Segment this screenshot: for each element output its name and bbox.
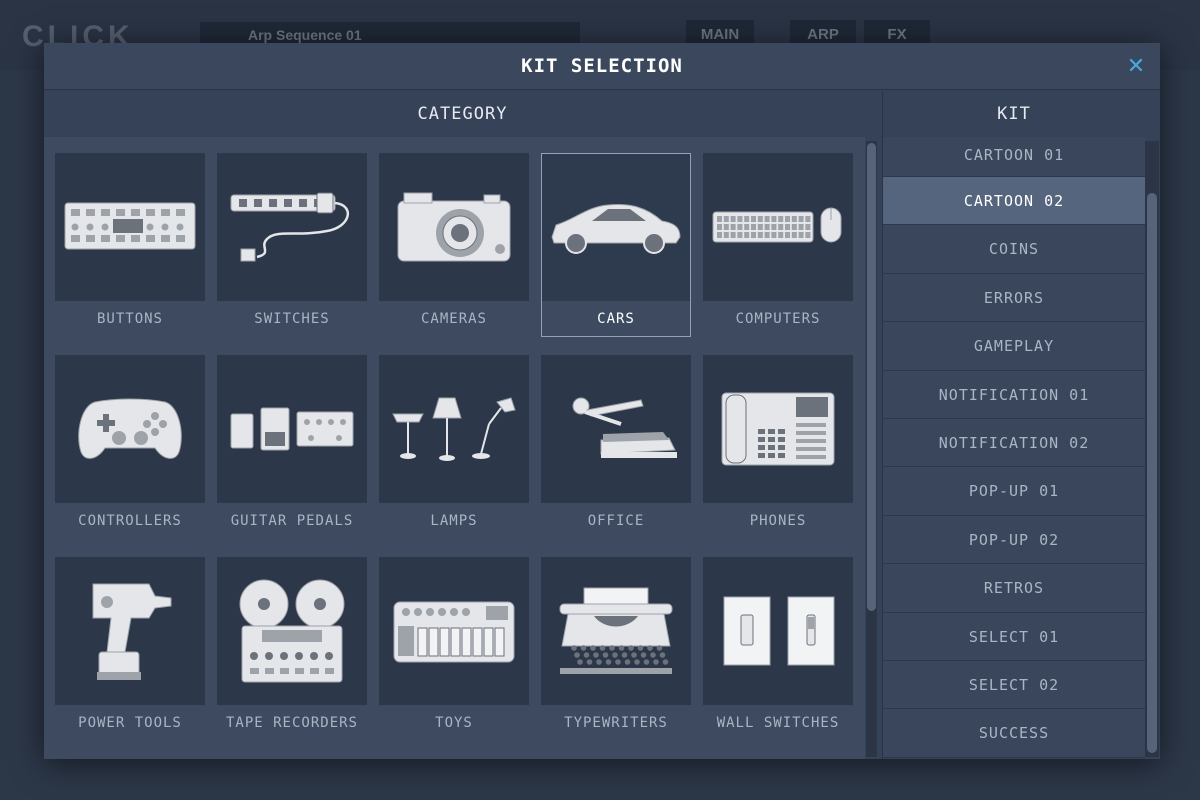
tile-frame <box>541 355 691 539</box>
tile-frame <box>55 153 205 337</box>
category-tile-cars[interactable]: CARS <box>541 153 691 337</box>
kit-list: CARTOON 01 CARTOON 02 COINS ERRORS GAMEPLAY N… <box>883 137 1145 759</box>
category-tile-wall-switches[interactable]: WALL SWITCHES <box>703 557 853 741</box>
kit-item-retros[interactable]: RETROS <box>883 564 1145 613</box>
category-scrollbar-thumb[interactable] <box>867 143 876 611</box>
kit-panel: KIT CARTOON 01 CARTOON 02 COINS ERRORS GAMEP… <box>882 91 1160 759</box>
tile-frame <box>379 153 529 337</box>
close-icon: ✕ <box>1126 53 1146 78</box>
tile-frame <box>55 355 205 539</box>
tile-frame <box>217 355 367 539</box>
kit-item-gameplay[interactable]: GAMEPLAY <box>883 322 1145 371</box>
kit-item-success[interactable]: SUCCESS <box>883 709 1145 758</box>
kit-header: KIT <box>997 104 1031 124</box>
category-grid: BUTTONS SWITCHES CAMERAS CARS COMPUTERS CONTR… <box>55 153 853 741</box>
tile-frame <box>217 153 367 337</box>
category-tile-office[interactable]: OFFICE <box>541 355 691 539</box>
tile-frame <box>703 355 853 539</box>
tile-frame <box>379 557 529 741</box>
tile-frame <box>703 153 853 337</box>
category-tile-phones[interactable]: PHONES <box>703 355 853 539</box>
category-tile-cameras[interactable]: CAMERAS <box>379 153 529 337</box>
dialog-title: KIT SELECTION <box>521 55 683 77</box>
category-tile-toys[interactable]: TOYS <box>379 557 529 741</box>
tile-frame <box>217 557 367 741</box>
tile-frame <box>541 153 691 337</box>
category-tile-controllers[interactable]: CONTROLLERS <box>55 355 205 539</box>
dialog-header: KIT SELECTION ✕ <box>44 43 1160 90</box>
tile-frame <box>379 355 529 539</box>
category-tile-computers[interactable]: COMPUTERS <box>703 153 853 337</box>
kit-item-cartoon-01[interactable]: CARTOON 01 <box>883 137 1145 177</box>
category-tile-tape-recorders[interactable]: TAPE RECORDERS <box>217 557 367 741</box>
tile-frame <box>55 557 205 741</box>
kit-item-pop-up-02[interactable]: POP-UP 02 <box>883 515 1145 565</box>
category-tile-typewriters[interactable]: TYPEWRITERS <box>541 557 691 741</box>
category-tile-lamps[interactable]: LAMPS <box>379 355 529 539</box>
kit-item-pop-up-01[interactable]: POP-UP 01 <box>883 467 1145 516</box>
category-panel: CATEGORY BUTTONS SWITCHES CAMERAS CARS COMPU… <box>44 91 881 759</box>
tile-frame <box>703 557 853 741</box>
category-tile-power-tools[interactable]: POWER TOOLS <box>55 557 205 741</box>
kit-item-coins[interactable]: COINS <box>883 225 1145 274</box>
kit-item-notification-01[interactable]: NOTIFICATION 01 <box>883 370 1145 419</box>
kit-item-errors[interactable]: ERRORS <box>883 273 1145 323</box>
tile-frame <box>541 557 691 741</box>
close-button[interactable]: ✕ <box>1124 54 1148 78</box>
kit-item-notification-02[interactable]: NOTIFICATION 02 <box>883 418 1145 468</box>
category-header: CATEGORY <box>417 104 508 124</box>
kit-scrollbar-thumb[interactable] <box>1147 193 1157 753</box>
category-scrollbar[interactable] <box>866 141 877 757</box>
kit-scrollbar[interactable] <box>1145 141 1159 757</box>
kit-item-select-02[interactable]: SELECT 02 <box>883 660 1145 710</box>
kit-selection-dialog: KIT SELECTION ✕ CATEGORY BUTTONS SWITCHES… <box>44 43 1160 759</box>
kit-item-select-01[interactable]: SELECT 01 <box>883 612 1145 661</box>
category-grid-area: BUTTONS SWITCHES CAMERAS CARS COMPUTERS CONTR… <box>44 137 865 759</box>
kit-item-cartoon-02[interactable]: CARTOON 02 <box>883 177 1145 226</box>
category-tile-guitar-pedals[interactable]: GUITAR PEDALS <box>217 355 367 539</box>
category-tile-switches[interactable]: SWITCHES <box>217 153 367 337</box>
category-tile-buttons[interactable]: BUTTONS <box>55 153 205 337</box>
